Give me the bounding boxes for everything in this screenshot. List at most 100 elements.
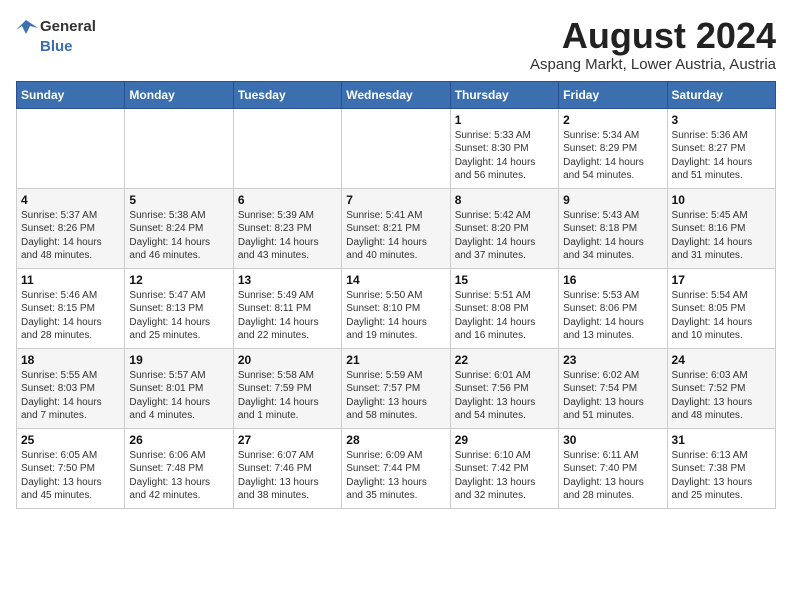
day-number: 14	[346, 273, 445, 287]
calendar-cell: 1 Sunrise: 5:33 AM Sunset: 8:30 PM Daylig…	[450, 108, 558, 188]
day-number: 1	[455, 113, 554, 127]
weekday-header-tuesday: Tuesday	[233, 81, 341, 108]
day-info: Sunrise: 5:57 AM Sunset: 8:01 PM Dayligh…	[129, 369, 228, 423]
logo-blue: Blue	[40, 38, 73, 55]
day-number: 16	[563, 273, 662, 287]
calendar-cell: 17 Sunrise: 5:54 AM Sunset: 8:05 PM Dayli…	[667, 268, 775, 348]
day-info: Sunrise: 5:55 AM Sunset: 8:03 PM Dayligh…	[21, 369, 120, 423]
day-info: Sunrise: 5:42 AM Sunset: 8:20 PM Dayligh…	[455, 209, 554, 263]
weekday-header-monday: Monday	[125, 81, 233, 108]
week-row-5: 25Sunrise: 6:05 AM Sunset: 7:50 PM Dayli…	[17, 428, 776, 508]
day-info: Sunrise: 5:53 AM Sunset: 8:06 PM Dayligh…	[563, 289, 662, 343]
calendar-cell: 16 Sunrise: 5:53 AM Sunset: 8:06 PM Dayli…	[559, 268, 667, 348]
day-number: 17	[672, 273, 771, 287]
calendar-cell: 15 Sunrise: 5:51 AM Sunset: 8:08 PM Dayli…	[450, 268, 558, 348]
calendar-cell: 26 Sunrise: 6:06 AM Sunset: 7:48 PM Dayli…	[125, 428, 233, 508]
day-info: Sunrise: 5:38 AM Sunset: 8:24 PM Dayligh…	[129, 209, 228, 263]
day-number: 2	[563, 113, 662, 127]
weekday-header-saturday: Saturday	[667, 81, 775, 108]
calendar-cell: 5 Sunrise: 5:38 AM Sunset: 8:24 PM Daylig…	[125, 188, 233, 268]
calendar-cell: 27Sunrise: 6:07 AM Sunset: 7:46 PM Dayli…	[233, 428, 341, 508]
calendar-cell: 10Sunrise: 5:45 AM Sunset: 8:16 PM Dayli…	[667, 188, 775, 268]
calendar-cell: 9Sunrise: 5:43 AM Sunset: 8:18 PM Daylig…	[559, 188, 667, 268]
day-info: Sunrise: 5:33 AM Sunset: 8:30 PM Dayligh…	[455, 129, 554, 183]
calendar-cell: 31 Sunrise: 6:13 AM Sunset: 7:38 PM Dayli…	[667, 428, 775, 508]
logo-bird-icon	[16, 16, 38, 38]
week-row-1: 1 Sunrise: 5:33 AM Sunset: 8:30 PM Daylig…	[17, 108, 776, 188]
logo-general: General	[40, 19, 96, 36]
day-info: Sunrise: 5:37 AM Sunset: 8:26 PM Dayligh…	[21, 209, 120, 263]
day-number: 29	[455, 433, 554, 447]
weekday-header-row: SundayMondayTuesdayWednesdayThursdayFrid…	[17, 81, 776, 108]
calendar-cell	[233, 108, 341, 188]
calendar-cell: 23 Sunrise: 6:02 AM Sunset: 7:54 PM Dayli…	[559, 348, 667, 428]
calendar-cell: 11 Sunrise: 5:46 AM Sunset: 8:15 PM Dayli…	[17, 268, 125, 348]
day-info: Sunrise: 6:07 AM Sunset: 7:46 PM Dayligh…	[238, 449, 337, 503]
location-title: Aspang Markt, Lower Austria, Austria	[530, 56, 776, 73]
day-number: 7	[346, 193, 445, 207]
calendar-cell: 20 Sunrise: 5:58 AM Sunset: 7:59 PM Dayli…	[233, 348, 341, 428]
day-number: 21	[346, 353, 445, 367]
day-number: 12	[129, 273, 228, 287]
day-info: Sunrise: 5:51 AM Sunset: 8:08 PM Dayligh…	[455, 289, 554, 343]
day-info: Sunrise: 6:13 AM Sunset: 7:38 PM Dayligh…	[672, 449, 771, 503]
day-number: 9	[563, 193, 662, 207]
day-info: Sunrise: 5:47 AM Sunset: 8:13 PM Dayligh…	[129, 289, 228, 343]
calendar-table: SundayMondayTuesdayWednesdayThursdayFrid…	[16, 81, 776, 509]
day-info: Sunrise: 5:39 AM Sunset: 8:23 PM Dayligh…	[238, 209, 337, 263]
calendar-cell: 3Sunrise: 5:36 AM Sunset: 8:27 PM Daylig…	[667, 108, 775, 188]
calendar-cell: 4Sunrise: 5:37 AM Sunset: 8:26 PM Daylig…	[17, 188, 125, 268]
day-number: 11	[21, 273, 120, 287]
day-number: 22	[455, 353, 554, 367]
day-info: Sunrise: 6:02 AM Sunset: 7:54 PM Dayligh…	[563, 369, 662, 423]
month-title: August 2024	[530, 16, 776, 56]
calendar-cell: 24Sunrise: 6:03 AM Sunset: 7:52 PM Dayli…	[667, 348, 775, 428]
weekday-header-thursday: Thursday	[450, 81, 558, 108]
day-number: 5	[129, 193, 228, 207]
logo-text: General Blue	[16, 16, 96, 56]
weekday-header-sunday: Sunday	[17, 81, 125, 108]
day-info: Sunrise: 5:54 AM Sunset: 8:05 PM Dayligh…	[672, 289, 771, 343]
calendar-cell: 7Sunrise: 5:41 AM Sunset: 8:21 PM Daylig…	[342, 188, 450, 268]
day-info: Sunrise: 5:49 AM Sunset: 8:11 PM Dayligh…	[238, 289, 337, 343]
calendar-cell: 25Sunrise: 6:05 AM Sunset: 7:50 PM Dayli…	[17, 428, 125, 508]
day-number: 23	[563, 353, 662, 367]
day-number: 13	[238, 273, 337, 287]
calendar-cell	[17, 108, 125, 188]
day-info: Sunrise: 5:58 AM Sunset: 7:59 PM Dayligh…	[238, 369, 337, 423]
week-row-4: 18 Sunrise: 5:55 AM Sunset: 8:03 PM Dayli…	[17, 348, 776, 428]
title-area: August 2024 Aspang Markt, Lower Austria,…	[530, 16, 776, 73]
day-number: 18	[21, 353, 120, 367]
calendar-cell: 18 Sunrise: 5:55 AM Sunset: 8:03 PM Dayli…	[17, 348, 125, 428]
calendar-cell: 8Sunrise: 5:42 AM Sunset: 8:20 PM Daylig…	[450, 188, 558, 268]
calendar-cell: 12 Sunrise: 5:47 AM Sunset: 8:13 PM Dayli…	[125, 268, 233, 348]
day-number: 30	[563, 433, 662, 447]
calendar-cell: 22 Sunrise: 6:01 AM Sunset: 7:56 PM Dayli…	[450, 348, 558, 428]
weekday-header-friday: Friday	[559, 81, 667, 108]
day-number: 15	[455, 273, 554, 287]
calendar-cell: 28Sunrise: 6:09 AM Sunset: 7:44 PM Dayli…	[342, 428, 450, 508]
calendar-cell	[342, 108, 450, 188]
day-info: Sunrise: 5:34 AM Sunset: 8:29 PM Dayligh…	[563, 129, 662, 183]
calendar-cell: 19Sunrise: 5:57 AM Sunset: 8:01 PM Dayli…	[125, 348, 233, 428]
day-info: Sunrise: 5:46 AM Sunset: 8:15 PM Dayligh…	[21, 289, 120, 343]
day-info: Sunrise: 6:01 AM Sunset: 7:56 PM Dayligh…	[455, 369, 554, 423]
day-info: Sunrise: 6:06 AM Sunset: 7:48 PM Dayligh…	[129, 449, 228, 503]
week-row-2: 4Sunrise: 5:37 AM Sunset: 8:26 PM Daylig…	[17, 188, 776, 268]
calendar-cell: 21Sunrise: 5:59 AM Sunset: 7:57 PM Dayli…	[342, 348, 450, 428]
day-info: Sunrise: 5:50 AM Sunset: 8:10 PM Dayligh…	[346, 289, 445, 343]
day-number: 31	[672, 433, 771, 447]
day-number: 25	[21, 433, 120, 447]
day-number: 6	[238, 193, 337, 207]
day-info: Sunrise: 6:11 AM Sunset: 7:40 PM Dayligh…	[563, 449, 662, 503]
calendar-cell: 30 Sunrise: 6:11 AM Sunset: 7:40 PM Dayli…	[559, 428, 667, 508]
day-number: 26	[129, 433, 228, 447]
calendar-cell	[125, 108, 233, 188]
calendar-cell: 6 Sunrise: 5:39 AM Sunset: 8:23 PM Daylig…	[233, 188, 341, 268]
weekday-header-wednesday: Wednesday	[342, 81, 450, 108]
day-info: Sunrise: 6:10 AM Sunset: 7:42 PM Dayligh…	[455, 449, 554, 503]
calendar-cell: 29 Sunrise: 6:10 AM Sunset: 7:42 PM Dayli…	[450, 428, 558, 508]
day-number: 28	[346, 433, 445, 447]
day-number: 20	[238, 353, 337, 367]
calendar-cell: 14 Sunrise: 5:50 AM Sunset: 8:10 PM Dayli…	[342, 268, 450, 348]
